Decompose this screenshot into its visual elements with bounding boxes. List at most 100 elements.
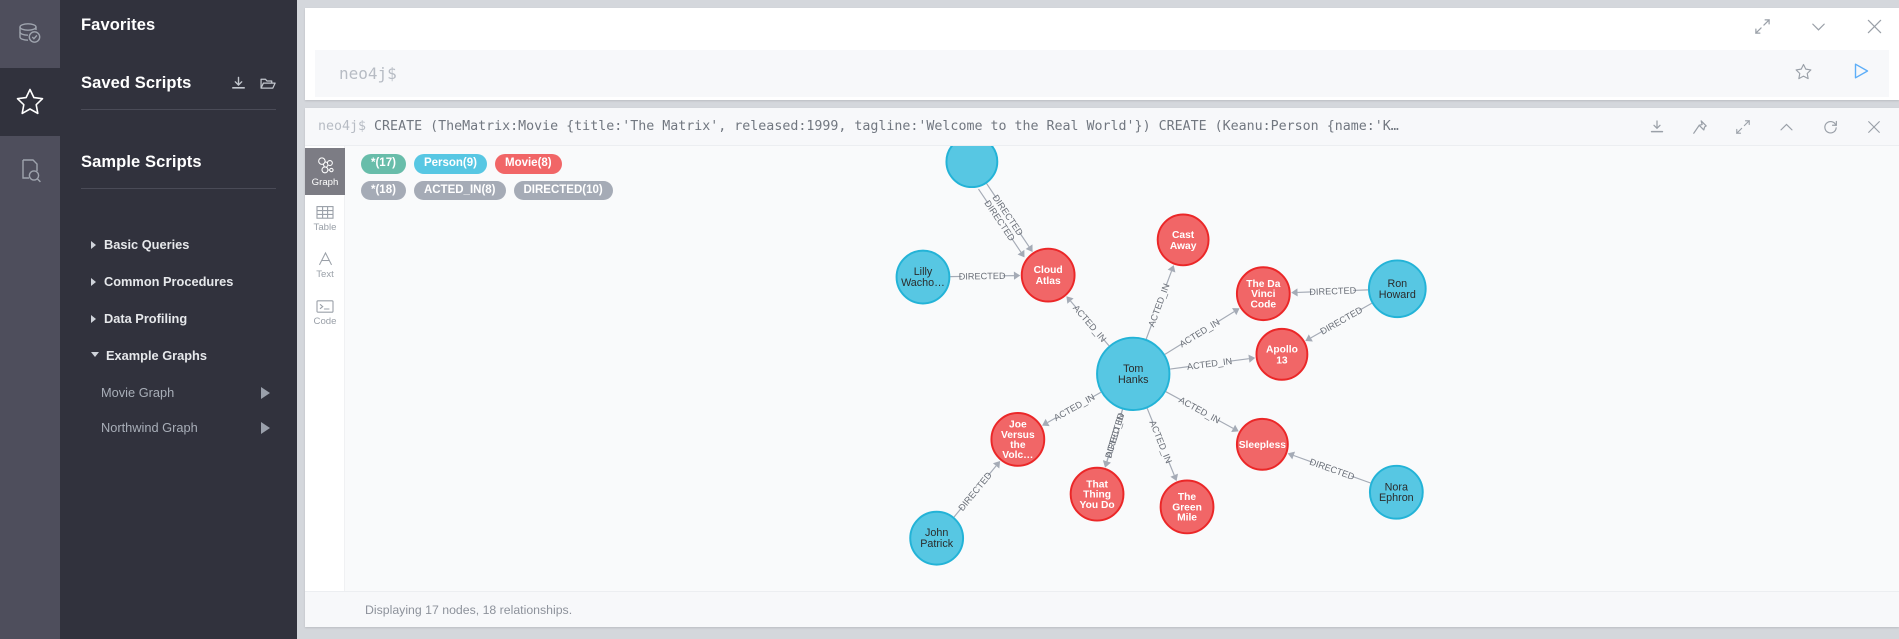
query-editor-card: neo4j$ [305,8,1899,100]
folder-open-icon[interactable] [260,76,276,91]
svg-text:DIRECTED: DIRECTED [959,271,1006,282]
legend-relationship-types: *(18) ACTED_IN(8) DIRECTED(10) [361,180,613,201]
graph-icon [316,156,335,175]
tree-group-label: Data Profiling [104,311,188,326]
sample-scripts-section: Sample Scripts Basic Queries Common Proc… [81,153,276,449]
graph-node: JohnPatrick [909,510,965,566]
relationship: ACTED_IN [1146,408,1179,482]
node-layer: TomHanks CloudAtlas LillyWacho… CastAway The… [895,146,1427,566]
script-label: Northwind Graph [101,420,198,435]
chevron-up-icon[interactable] [1778,119,1795,136]
graph-node: Apollo13 [1255,327,1309,381]
relationship: ACTED_IN [1164,308,1240,355]
close-icon[interactable] [1866,119,1882,135]
tab-label: Code [313,315,337,327]
relationship: ACTED_IN [1042,391,1102,427]
download-icon[interactable] [231,76,246,91]
favorites-title: Favorites [81,16,156,34]
star-icon [14,86,46,118]
tree-group-data-profiling[interactable]: Data Profiling [81,305,276,332]
text-icon [317,251,334,267]
chevron-right-icon [91,240,96,249]
relationship: DIRECTED [1102,409,1127,468]
graph-node: RonHoward [1367,259,1427,319]
tab-table[interactable]: Table [305,195,345,242]
graph-node [945,146,999,189]
chevron-down-icon[interactable] [1809,17,1828,41]
relationship: DIRECTED [986,183,1033,252]
svg-text:ACTED_IN: ACTED_IN [1147,419,1173,465]
legend-pill-person[interactable]: Person(9) [413,154,487,174]
relationship: ACTED_IN [1165,391,1239,432]
database-check-icon [15,19,45,49]
relationship: DIRECTED [978,188,1025,258]
svg-text:DIRECTED: DIRECTED [982,198,1017,243]
frame-query-body: CREATE (TheMatrix:Movie {title:'The Matr… [374,119,1399,134]
legend-pill-movie[interactable]: Movie(8) [494,154,562,174]
graph-visualization[interactable]: *(17) Person(9) Movie(8) *(18) ACTED_IN(… [345,146,1899,591]
tab-text[interactable]: Text [305,242,345,289]
script-item-northwind-graph[interactable]: Northwind Graph [81,414,276,441]
saved-scripts-section: Saved Scripts [81,74,276,110]
legend-pill-acted-in[interactable]: ACTED_IN(8) [413,180,506,201]
rail-item-browser-sync[interactable] [0,136,60,204]
legend-pill-all-rels[interactable]: *(18) [361,180,406,201]
rail-item-favorites[interactable] [0,68,60,136]
editor-toolbar [305,8,1899,50]
legend-pill-directed[interactable]: DIRECTED(10) [513,180,613,201]
tree-group-basic-queries[interactable]: Basic Queries [81,231,276,258]
result-frame: neo4j$ CREATE (TheMatrix:Movie {title:'T… [305,108,1899,627]
svg-text:DIRECTED: DIRECTED [990,193,1025,238]
tab-label: Graph [311,176,339,188]
graph-node: Sleepless [1235,417,1289,471]
expand-icon[interactable] [1735,119,1751,135]
play-icon[interactable] [1851,61,1871,86]
relationship: ACTED_IN [1145,265,1176,340]
svg-text:DIRECTED: DIRECTED [1103,411,1126,459]
graph-legend: *(17) Person(9) Movie(8) *(18) ACTED_IN(… [361,154,613,201]
code-icon [316,299,334,314]
sample-scripts-tree: Basic Queries Common Procedures Data Pro… [81,231,276,441]
chevron-right-icon [91,314,96,323]
star-icon[interactable] [1794,62,1813,86]
svg-text:ACTED_IN: ACTED_IN [1104,412,1127,458]
graph-node: CloudAtlas [1020,247,1076,303]
tree-group-example-graphs[interactable]: Example Graphs [81,342,276,369]
view-tab-strip: Graph Table Text Code [305,146,345,591]
query-input-row[interactable]: neo4j$ [315,50,1889,97]
graph-canvas[interactable]: DIRECTEDDIRECTEDDIRECTEDACTED_IN ACTED_IN… [345,146,1899,591]
svg-text:DIRECTED: DIRECTED [1309,285,1357,297]
svg-text:ACTED_IN: ACTED_IN [1178,317,1222,349]
svg-text:DIRECTED: DIRECTED [1308,457,1356,482]
refresh-icon[interactable] [1822,119,1839,136]
script-item-movie-graph[interactable]: Movie Graph [81,379,276,406]
graph-node: LillyWacho… [895,249,951,305]
relationship: DIRECTED [1287,451,1371,484]
pin-icon[interactable] [1692,119,1708,135]
svg-text:ACTED_IN: ACTED_IN [1186,356,1232,372]
play-icon[interactable] [261,386,270,399]
legend-node-labels: *(17) Person(9) Movie(8) [361,154,613,174]
rail-item-database-info[interactable] [0,0,60,68]
chevron-down-icon [91,352,99,361]
graph-node: JoeVersustheVolc… [990,412,1046,467]
tab-code[interactable]: Code [305,289,345,336]
frame-query-text: neo4j$ CREATE (TheMatrix:Movie {title:'T… [305,119,1399,134]
tree-group-label: Common Procedures [104,274,234,289]
relationship: ACTED_IN [1170,354,1256,372]
download-icon[interactable] [1649,119,1665,135]
play-icon[interactable] [261,421,270,434]
svg-text:ACTED_IN: ACTED_IN [1071,303,1108,344]
sample-scripts-title: Sample Scripts [81,153,202,171]
close-icon[interactable] [1866,18,1883,40]
icon-rail [0,0,60,639]
relationship: DIRECTED [953,460,1001,518]
expand-icon[interactable] [1754,18,1771,40]
tree-group-common-procedures[interactable]: Common Procedures [81,268,276,295]
tab-graph[interactable]: Graph [305,148,345,195]
relationship: DIRECTED [950,271,1021,282]
graph-node: ThatThingYou Do [1069,466,1125,522]
relationship: ACTED_IN [1066,296,1110,347]
graph-node: TomHanks [1096,336,1171,412]
legend-pill-all-nodes[interactable]: *(17) [361,154,406,174]
